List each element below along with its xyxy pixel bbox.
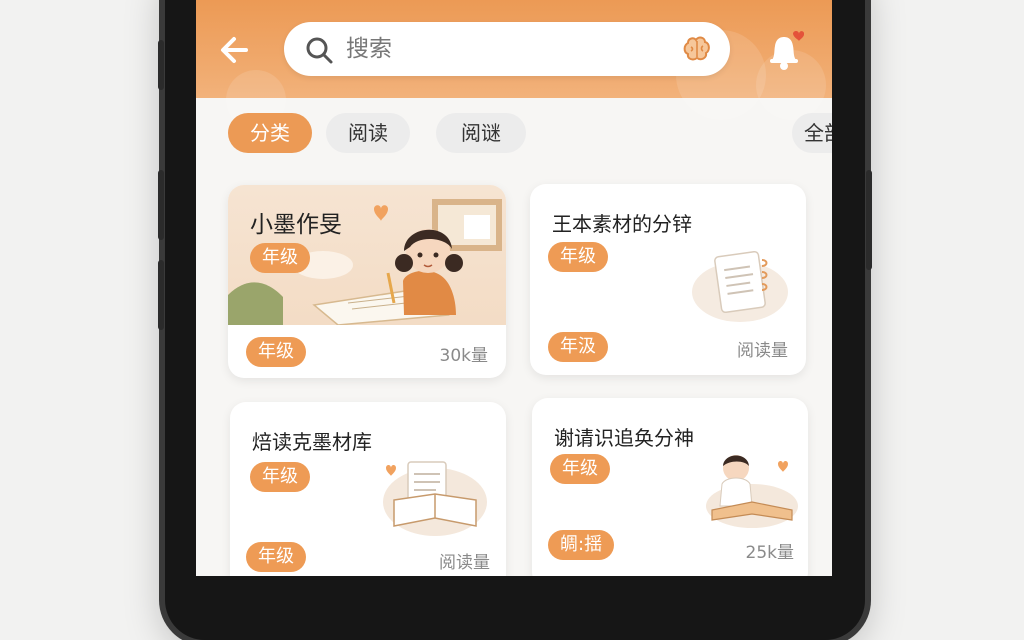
card-title: 王本素材的分锌 <box>552 212 692 236</box>
read-count: 25k量 <box>745 543 794 563</box>
card-item[interactable]: 王本素材的分锌 年级 年汲 阅读量 <box>530 184 806 375</box>
grade-tag: 年级 <box>550 454 610 484</box>
tab-category[interactable]: 分类 <box>228 113 312 153</box>
search-input[interactable]: 搜索 <box>346 22 392 76</box>
arrow-left-icon <box>221 37 248 63</box>
grade-tag: 年级 <box>250 243 310 273</box>
grade-tag: 年级 <box>250 462 310 492</box>
notification-button[interactable] <box>764 28 805 72</box>
card-item[interactable]: 小墨作旻 年级 年级 30k量 <box>228 185 506 378</box>
top-header: 搜索 <box>196 0 832 130</box>
child-reading-illustration <box>706 455 798 528</box>
card-title: 谢请识追奂分神 <box>554 426 694 450</box>
card-item[interactable]: 谢请识追奂分神 年级 皗:揺 25k量 <box>532 398 808 576</box>
tab-all[interactable]: 全部 <box>792 113 832 153</box>
side-button <box>866 170 872 270</box>
side-button <box>158 40 164 90</box>
notebook-icon <box>692 250 788 322</box>
tab-reading-alt[interactable]: 阅谜 <box>436 113 526 153</box>
back-button[interactable] <box>216 30 256 70</box>
search-bar[interactable]: 搜索 <box>284 22 730 76</box>
read-count: 30k量 <box>439 346 488 366</box>
card-item[interactable]: 焙读克墨材库 年级 年级 阅读量 <box>230 402 506 576</box>
grade-tag-bottom: 皗:揺 <box>548 530 615 560</box>
search-icon <box>306 37 333 64</box>
open-book-icon <box>383 461 487 536</box>
side-button <box>158 170 164 240</box>
side-button <box>158 260 164 330</box>
category-tabs: 分类 阅读 阅谜 全部 <box>196 110 832 160</box>
app-screen: 搜索 分类 阅读 阅谜 全部 <box>196 0 832 576</box>
read-count: 阅读量 <box>439 553 490 573</box>
brain-icon[interactable] <box>682 35 712 63</box>
card-title: 焙读克墨材库 <box>252 430 372 454</box>
read-count: 阅读量 <box>737 341 788 361</box>
grade-tag-bottom: 年级 <box>246 337 306 367</box>
grade-tag: 年级 <box>548 242 608 272</box>
grade-tag-bottom: 年级 <box>246 542 306 572</box>
grade-tag-bottom: 年汲 <box>548 332 608 362</box>
tab-reading[interactable]: 阅读 <box>326 113 410 153</box>
bell-icon <box>770 31 805 70</box>
card-title: 小墨作旻 <box>250 212 342 238</box>
